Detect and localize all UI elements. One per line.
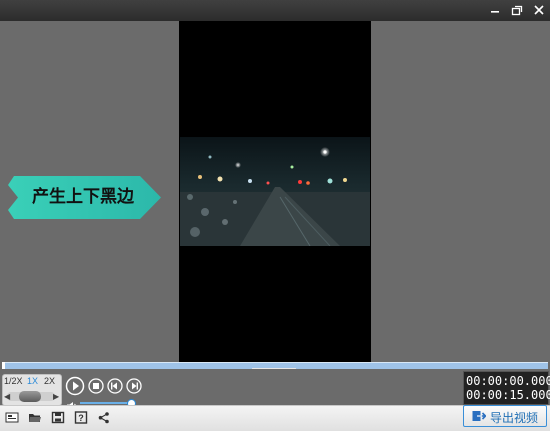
- speed-up-icon[interactable]: ▶: [53, 392, 59, 401]
- volume-slider[interactable]: [80, 402, 130, 404]
- text-banner: 产生上下黑边: [8, 175, 163, 220]
- export-icon: [472, 411, 486, 421]
- speed-normal[interactable]: 1X: [27, 376, 38, 386]
- video-frame: [179, 21, 371, 362]
- export-video-button[interactable]: 导出视频: [463, 405, 547, 427]
- speed-slider-knob[interactable]: [19, 391, 41, 402]
- title-bar: [0, 0, 550, 21]
- preview-stage: 产生上下黑边: [0, 21, 550, 362]
- previous-frame-icon[interactable]: [107, 378, 123, 399]
- svg-text:?: ?: [78, 413, 84, 423]
- next-frame-icon[interactable]: [126, 378, 142, 399]
- total-time: 00:00:15.000: [466, 388, 550, 402]
- current-time: 00:00:00.000: [466, 374, 550, 388]
- export-label: 导出视频: [490, 411, 539, 425]
- speed-down-icon[interactable]: ◀: [4, 392, 10, 401]
- share-icon[interactable]: [97, 411, 111, 424]
- banner-text: 产生上下黑边: [32, 187, 134, 207]
- open-folder-icon[interactable]: [28, 411, 42, 424]
- restore-icon[interactable]: [508, 2, 526, 18]
- progress-handle[interactable]: [2, 362, 5, 369]
- stop-icon[interactable]: [88, 378, 104, 399]
- speed-double[interactable]: 2X: [44, 376, 55, 386]
- speed-slider[interactable]: [7, 391, 55, 402]
- save-icon[interactable]: [51, 411, 65, 424]
- new-icon[interactable]: [5, 411, 19, 424]
- close-icon[interactable]: [530, 2, 548, 18]
- speed-half[interactable]: 1/2X: [4, 376, 23, 386]
- help-icon[interactable]: ?: [74, 411, 88, 424]
- minimize-icon[interactable]: [486, 2, 504, 18]
- video-image: [180, 137, 370, 246]
